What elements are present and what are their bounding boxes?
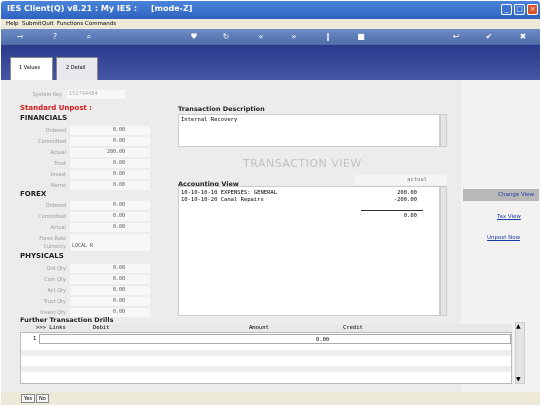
fin-ordered-field[interactable]: 0.00 xyxy=(70,126,150,135)
menu-quit[interactable]: Quit xyxy=(42,21,54,27)
confirm-icon[interactable]: ✔ xyxy=(483,32,495,42)
fin-actual-label: Actual xyxy=(50,150,66,156)
row-index: 1 xyxy=(33,336,37,342)
phy-com-field[interactable]: 0.00 xyxy=(70,275,150,284)
rewind-icon[interactable]: « xyxy=(255,32,267,42)
close-button[interactable]: × xyxy=(527,4,538,15)
window-title: IES Client(Q) v8.21 : My IES : [mode-Z] xyxy=(7,4,193,13)
key-icon[interactable]: ⊸ xyxy=(11,32,29,42)
description-label: Transaction Description xyxy=(178,105,265,113)
account-amount: -200.00 xyxy=(393,197,417,203)
total-amount: 0.00 xyxy=(403,213,417,219)
fx-ordered-field[interactable]: 0.00 xyxy=(70,201,150,210)
tab-detail[interactable]: 2 Detail xyxy=(56,57,98,80)
view-mode-field[interactable]: actual xyxy=(355,175,447,185)
search-icon[interactable]: ⌕ xyxy=(83,32,95,42)
fin-trust-field[interactable]: 0.00 xyxy=(70,159,150,168)
drills-grid: 1 0.00 xyxy=(20,332,512,384)
fin-committed-label: Committed xyxy=(38,139,66,145)
total-divider xyxy=(361,210,423,211)
col-amount: Amount xyxy=(249,325,269,331)
fin-actual-field[interactable]: 200.00 xyxy=(70,148,150,157)
col-credit: Credit xyxy=(343,325,363,331)
toolbar: ⊸ ? ⌕ ♥ ↻ « » ‖ ■ ↩ ✔ ✖ xyxy=(1,29,540,45)
help-icon[interactable]: ? xyxy=(49,32,61,42)
change-view-link[interactable]: Change View xyxy=(463,189,539,201)
fin-invest-label: Invest xyxy=(50,172,66,178)
financials-heading: FINANCIALS xyxy=(20,114,68,122)
transaction-view-title: TRANSACTION VIEW xyxy=(243,157,362,170)
phy-trust-label: Trust Qty xyxy=(43,299,66,305)
phy-com-label: Com Qty xyxy=(44,277,66,283)
fin-memo-label: Memo xyxy=(50,183,66,189)
forward-icon[interactable]: » xyxy=(288,32,300,42)
description-scrollbar[interactable] xyxy=(440,114,447,147)
account-name: 10-10-10-20 Canal Repairs xyxy=(181,197,264,203)
col-debit: Debit xyxy=(93,325,110,331)
fin-ordered-label: Ordered xyxy=(45,128,66,134)
fx-actual-field[interactable]: 0.00 xyxy=(70,223,150,232)
forex-heading: FOREX xyxy=(20,190,47,198)
maximize-button[interactable]: □ xyxy=(514,4,525,15)
posting-heading: Standard Unpost : xyxy=(20,104,92,112)
footer-bar: Yes No xyxy=(1,392,540,405)
pause-icon[interactable]: ‖ xyxy=(322,32,334,42)
no-button[interactable]: No xyxy=(36,394,49,403)
system-key-field[interactable]: 152794484 xyxy=(67,90,125,99)
drills-header: >>> Links Debit Amount Credit xyxy=(20,324,512,332)
fx-currency-field[interactable]: LOCAL R xyxy=(70,242,150,251)
accounting-view-box: 10-10-10-10 EXPENSES: GENERAL 200.00 10-… xyxy=(178,186,440,316)
unpost-now-link[interactable]: Unpost Now xyxy=(487,235,520,241)
grid-line xyxy=(21,366,511,372)
tab-values[interactable]: 1 Values xyxy=(10,57,53,80)
accounting-scrollbar[interactable] xyxy=(440,186,447,316)
drill-row-amount: 0.00 xyxy=(316,337,330,343)
fin-committed-field[interactable]: 0.00 xyxy=(70,137,150,146)
phy-ord-field[interactable]: 0.00 xyxy=(70,264,150,273)
total-row: 0.00 xyxy=(181,213,437,220)
menu-submit[interactable]: Submit xyxy=(22,21,42,27)
fx-committed-field[interactable]: 0.00 xyxy=(70,212,150,221)
drills-heading: Further Transaction Drills xyxy=(20,316,114,324)
menu-help[interactable]: Help xyxy=(6,21,19,27)
fin-trust-label: Trust xyxy=(53,161,66,167)
col-links: >>> Links xyxy=(36,325,66,331)
fx-rate-label: Forex Rate xyxy=(39,236,66,242)
menu-commands[interactable]: Commands xyxy=(85,21,116,27)
yes-button[interactable]: Yes xyxy=(21,394,36,403)
fx-actual-label: Actual xyxy=(50,225,66,231)
phy-ord-label: Ord Qty xyxy=(46,266,66,272)
description-field[interactable]: Internal Recovery xyxy=(178,114,440,147)
accounting-row[interactable]: 10-10-10-20 Canal Repairs -200.00 xyxy=(181,197,437,204)
phy-act-label: Act Qty xyxy=(47,288,67,294)
scroll-down-icon[interactable]: ▼ xyxy=(516,376,521,383)
physicals-heading: PHYSICALS xyxy=(20,252,64,260)
grid-line xyxy=(21,350,511,356)
menu-functions[interactable]: Functions xyxy=(57,21,83,27)
fin-memo-field[interactable]: 0.00 xyxy=(70,181,150,190)
phy-trust-field[interactable]: 0.00 xyxy=(70,297,150,306)
phy-act-field[interactable]: 0.00 xyxy=(70,286,150,295)
account-name: 10-10-10-10 EXPENSES: GENERAL xyxy=(181,190,278,196)
heart-icon[interactable]: ♥ xyxy=(188,32,200,42)
fx-currency-label: Currency xyxy=(43,244,66,250)
cancel-icon[interactable]: ✖ xyxy=(517,32,529,42)
title-bar: IES Client(Q) v8.21 : My IES : [mode-Z] … xyxy=(1,1,540,19)
drills-scrollbar[interactable] xyxy=(515,322,525,384)
fin-invest-field[interactable]: 0.00 xyxy=(70,170,150,179)
account-amount: 200.00 xyxy=(397,190,417,196)
ies-client-window: IES Client(Q) v8.21 : My IES : [mode-Z] … xyxy=(0,0,541,406)
scroll-up-icon[interactable]: ▲ xyxy=(516,323,521,330)
fx-ordered-label: Ordered xyxy=(45,203,66,209)
tax-view-link[interactable]: Tax View xyxy=(497,214,521,220)
fx-committed-label: Committed xyxy=(38,214,66,220)
minimize-button[interactable]: _ xyxy=(501,4,512,15)
stop-icon[interactable]: ■ xyxy=(355,32,367,42)
accounting-row[interactable]: 10-10-10-10 EXPENSES: GENERAL 200.00 xyxy=(181,190,437,197)
menu-bar: Help Submit Quit Functions Commands xyxy=(1,19,540,29)
drill-row[interactable]: 0.00 xyxy=(39,334,511,344)
system-key-label: System Key xyxy=(32,92,62,98)
back-icon[interactable]: ↩ xyxy=(450,32,462,42)
refresh-icon[interactable]: ↻ xyxy=(220,32,232,42)
